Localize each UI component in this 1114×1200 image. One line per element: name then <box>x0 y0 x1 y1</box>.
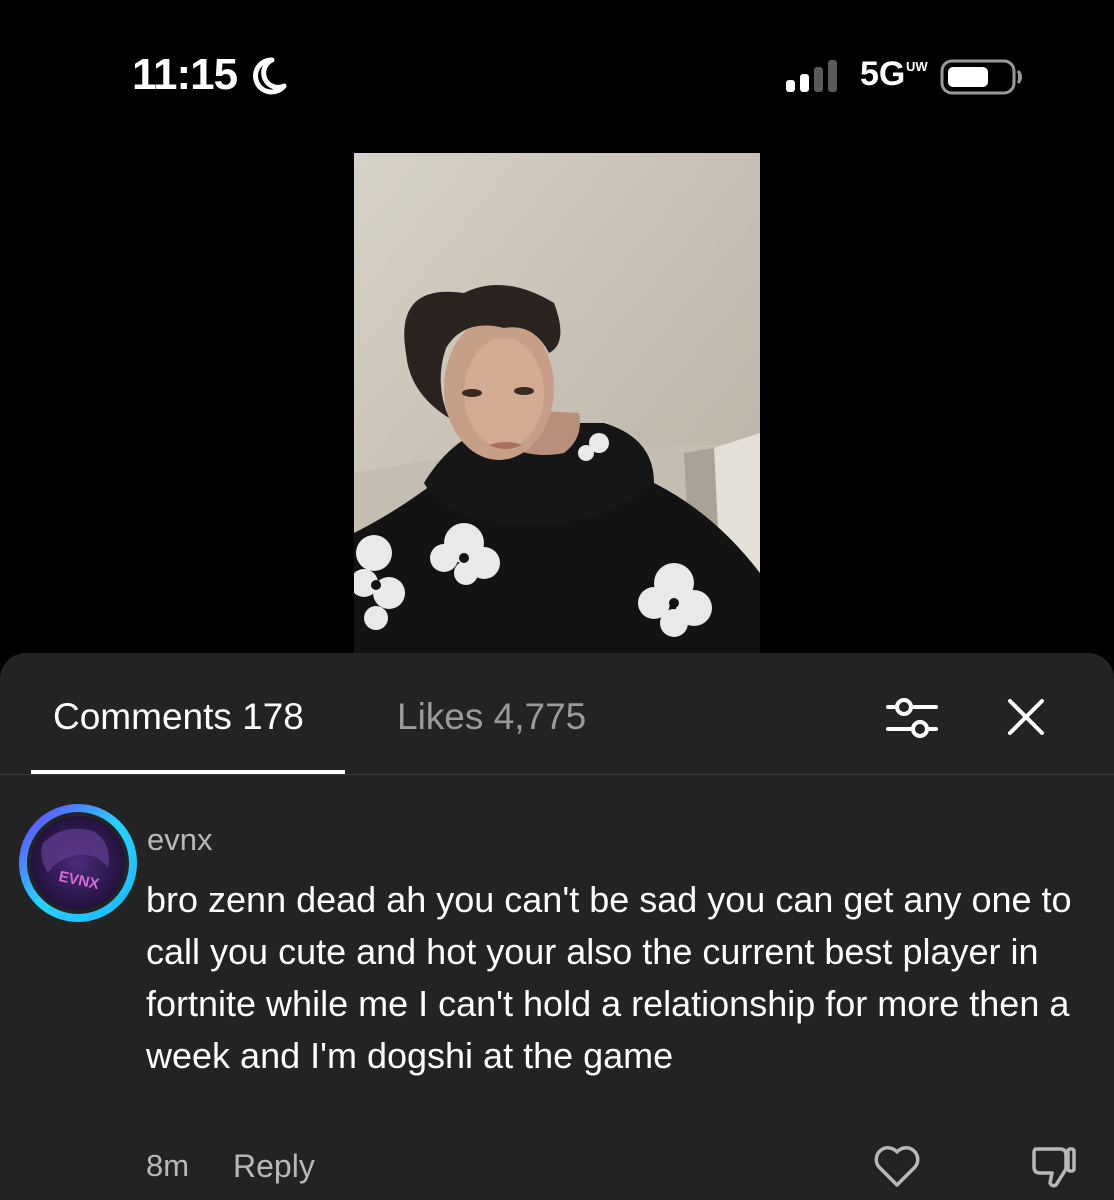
reply-button[interactable]: Reply <box>233 1148 315 1185</box>
comment-username[interactable]: evnx <box>147 822 212 858</box>
battery-icon <box>940 59 1022 95</box>
tab-likes[interactable]: Likes 4,775 <box>397 696 586 738</box>
signal-bars-icon <box>786 60 837 92</box>
status-time: 11:15 <box>132 50 238 99</box>
avatar[interactable]: EVNX <box>18 803 138 923</box>
network-label: 5G <box>860 55 906 93</box>
moon-icon <box>253 57 287 95</box>
comments-sheet: Comments 178 Likes 4,775 EVNX evnx bro z… <box>0 653 1114 1200</box>
live-video-preview[interactable] <box>354 153 760 653</box>
comment-timestamp: 8m <box>146 1148 190 1183</box>
filter-icon[interactable] <box>884 693 940 743</box>
comment-text: bro zenn dead ah you can't be sad you ca… <box>146 879 1072 1076</box>
network-sub-label: UW <box>906 59 928 74</box>
tab-comments[interactable]: Comments 178 <box>53 696 304 738</box>
close-icon[interactable] <box>1004 695 1048 739</box>
dislike-icon[interactable] <box>1028 1141 1078 1191</box>
screen: 11:15 5G UW Comments 178 Likes 4,775 EVN… <box>0 0 1114 1200</box>
heart-icon[interactable] <box>872 1143 922 1189</box>
tabs-divider <box>0 774 1114 775</box>
